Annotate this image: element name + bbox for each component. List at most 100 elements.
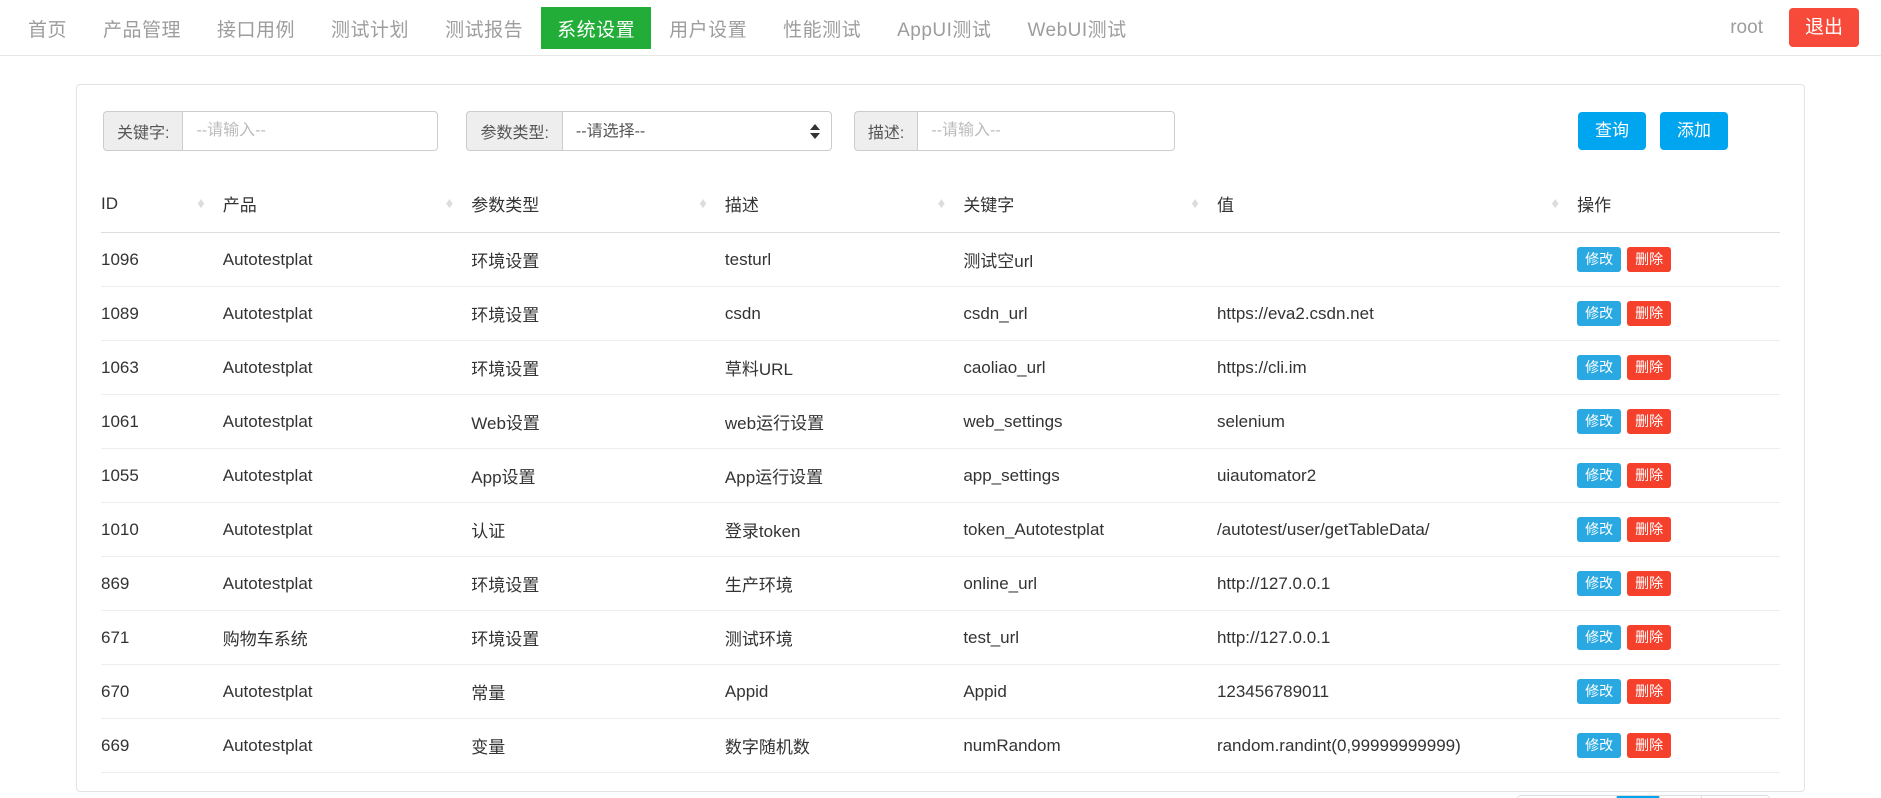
delete-button[interactable]: 删除 bbox=[1627, 679, 1672, 704]
cell-keyword: numRandom bbox=[963, 718, 1217, 773]
edit-button[interactable]: 修改 bbox=[1577, 571, 1622, 596]
delete-button[interactable]: 删除 bbox=[1627, 247, 1672, 272]
cell-keyword: online_url bbox=[963, 556, 1217, 611]
edit-button[interactable]: 修改 bbox=[1577, 625, 1622, 650]
nav-item-4[interactable]: 测试报告 bbox=[427, 0, 541, 56]
edit-button[interactable]: 修改 bbox=[1577, 355, 1622, 380]
sort-diamond-icon[interactable]: ♦ bbox=[197, 196, 205, 211]
nav-item-8[interactable]: AppUI测试 bbox=[879, 0, 1009, 56]
nav-item-2[interactable]: 接口用例 bbox=[199, 0, 313, 56]
sort-diamond-icon[interactable]: ♦ bbox=[938, 196, 946, 211]
delete-button[interactable]: 删除 bbox=[1627, 571, 1672, 596]
table-header-row: ID ♦ 产品 ♦ 参数类型 ♦ 描述 ♦ 关键字 ♦ 值 ♦ 操作 bbox=[101, 177, 1780, 233]
nav-item-0[interactable]: 首页 bbox=[10, 0, 85, 56]
row-actions: 修改 删除 bbox=[1577, 679, 1780, 704]
description-filter-group: 描述: bbox=[853, 111, 1176, 151]
column-header-label: 操作 bbox=[1577, 196, 1612, 215]
cell-type: 认证 bbox=[471, 502, 725, 557]
cell-id: 670 bbox=[101, 664, 223, 719]
cell-desc: App运行设置 bbox=[724, 448, 964, 503]
cell-product: Autotestplat bbox=[222, 286, 472, 341]
sort-diamond-icon[interactable]: ♦ bbox=[1191, 196, 1199, 211]
cell-type: Web设置 bbox=[471, 394, 725, 449]
main-nav: 首页 产品管理 接口用例 测试计划 测试报告 系统设置 用户设置 性能测试 AppUI测试 Web… bbox=[10, 0, 1145, 56]
row-actions: 修改 删除 bbox=[1577, 517, 1780, 542]
column-header-inner: 描述 ♦ bbox=[725, 191, 963, 216]
cell-product: 购物车系统 bbox=[222, 610, 472, 665]
logout-button[interactable]: 退出 bbox=[1788, 7, 1859, 48]
table-row: 669 Autotestplat 变量 数字随机数 numRandom random.ra… bbox=[101, 718, 1780, 773]
column-header-2[interactable]: 参数类型 ♦ bbox=[471, 177, 725, 233]
cell-type: 环境设置 bbox=[471, 556, 725, 611]
nav-item-6[interactable]: 用户设置 bbox=[651, 0, 765, 56]
column-header-5[interactable]: 值 ♦ bbox=[1216, 177, 1578, 233]
cell-keyword: csdn_url bbox=[963, 286, 1217, 341]
cell-keyword: test_url bbox=[963, 610, 1217, 665]
param-type-filter-group: 参数类型: --请选择-- bbox=[466, 111, 832, 151]
nav-item-5[interactable]: 系统设置 bbox=[541, 7, 652, 49]
delete-button[interactable]: 删除 bbox=[1627, 733, 1672, 758]
table-row: 1063 Autotestplat 环境设置 草料URL caoliao_url http… bbox=[101, 340, 1780, 395]
cell-keyword: token_Autotestplat bbox=[963, 502, 1217, 557]
delete-button[interactable]: 删除 bbox=[1627, 463, 1672, 488]
delete-button[interactable]: 删除 bbox=[1627, 517, 1672, 542]
cell-product: Autotestplat bbox=[222, 232, 472, 287]
description-input[interactable] bbox=[917, 111, 1176, 151]
param-type-select[interactable]: --请选择-- bbox=[561, 111, 832, 151]
column-header-label: 值 bbox=[1216, 196, 1234, 215]
row-actions: 修改 删除 bbox=[1577, 733, 1780, 758]
column-header-3[interactable]: 描述 ♦ bbox=[724, 177, 964, 233]
cell-actions: 修改 删除 bbox=[1577, 610, 1780, 665]
column-header-4[interactable]: 关键字 ♦ bbox=[963, 177, 1217, 233]
cell-value: http://127.0.0.1 bbox=[1216, 556, 1578, 611]
cell-id: 671 bbox=[101, 610, 223, 665]
row-actions: 修改 删除 bbox=[1577, 355, 1780, 380]
edit-button[interactable]: 修改 bbox=[1577, 409, 1622, 434]
cell-keyword: web_settings bbox=[963, 394, 1217, 449]
table-row: 1096 Autotestplat 环境设置 testurl 测试空url 修改 删除 bbox=[101, 232, 1780, 287]
delete-button[interactable]: 删除 bbox=[1627, 301, 1672, 326]
sort-diamond-icon[interactable]: ♦ bbox=[699, 196, 707, 211]
delete-button[interactable]: 删除 bbox=[1627, 355, 1672, 380]
edit-button[interactable]: 修改 bbox=[1577, 301, 1622, 326]
cell-value: http://127.0.0.1 bbox=[1216, 610, 1578, 665]
sort-diamond-icon[interactable]: ♦ bbox=[1551, 196, 1559, 211]
current-user-label[interactable]: root bbox=[1730, 17, 1763, 39]
nav-item-3[interactable]: 测试计划 bbox=[313, 0, 427, 56]
sort-diamond-icon[interactable]: ♦ bbox=[446, 196, 454, 211]
column-header-label: 描述 bbox=[724, 196, 759, 215]
cell-id: 669 bbox=[101, 718, 223, 773]
nav-item-1[interactable]: 产品管理 bbox=[85, 0, 199, 56]
cell-desc: 数字随机数 bbox=[724, 718, 964, 773]
table-row: 1089 Autotestplat 环境设置 csdn csdn_url https://… bbox=[101, 286, 1780, 341]
column-header-inner: 参数类型 ♦ bbox=[471, 191, 725, 216]
cell-actions: 修改 删除 bbox=[1577, 502, 1780, 557]
edit-button[interactable]: 修改 bbox=[1577, 463, 1622, 488]
column-header-0[interactable]: ID ♦ bbox=[101, 177, 223, 233]
add-button[interactable]: 添加 bbox=[1660, 111, 1728, 151]
cell-value: /autotest/user/getTableData/ bbox=[1216, 502, 1578, 557]
edit-button[interactable]: 修改 bbox=[1577, 517, 1622, 542]
delete-button[interactable]: 删除 bbox=[1627, 625, 1672, 650]
edit-button[interactable]: 修改 bbox=[1577, 247, 1622, 272]
column-header-1[interactable]: 产品 ♦ bbox=[222, 177, 472, 233]
row-actions: 修改 删除 bbox=[1577, 301, 1780, 326]
cell-id: 1055 bbox=[101, 448, 223, 503]
param-type-label: 参数类型: bbox=[466, 111, 562, 151]
keyword-input[interactable] bbox=[182, 111, 439, 151]
pagination-row: Previous 1 2 Next bbox=[101, 773, 1780, 798]
column-header-inner: 产品 ♦ bbox=[223, 191, 472, 216]
cell-actions: 修改 删除 bbox=[1577, 718, 1780, 773]
column-header-6: 操作 bbox=[1577, 177, 1780, 233]
cell-value: https://eva2.csdn.net bbox=[1216, 286, 1578, 341]
edit-button[interactable]: 修改 bbox=[1577, 733, 1622, 758]
keyword-filter-group: 关键字: bbox=[103, 111, 439, 151]
settings-table: ID ♦ 产品 ♦ 参数类型 ♦ 描述 ♦ 关键字 ♦ 值 ♦ 操作 1096 Autotestplat 环… bbox=[101, 177, 1780, 773]
column-header-label: 参数类型 bbox=[471, 196, 540, 215]
nav-item-9[interactable]: WebUI测试 bbox=[1009, 0, 1144, 56]
cell-value: selenium bbox=[1216, 394, 1578, 449]
nav-item-7[interactable]: 性能测试 bbox=[765, 0, 879, 56]
delete-button[interactable]: 删除 bbox=[1627, 409, 1672, 434]
query-button[interactable]: 查询 bbox=[1578, 111, 1646, 151]
edit-button[interactable]: 修改 bbox=[1577, 679, 1622, 704]
